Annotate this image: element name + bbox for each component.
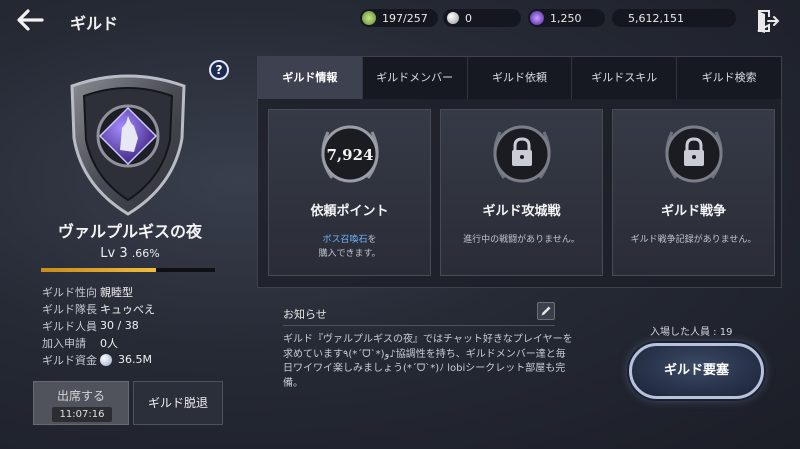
guild-fortress-button[interactable]: ギルド要塞 — [629, 343, 764, 399]
stat-value-funds: 36.5M — [100, 353, 152, 366]
attend-button[interactable]: 出席する 11:07:16 — [33, 381, 129, 425]
xp-bar-fill — [41, 268, 156, 272]
stat-label: ギルド性向 — [42, 285, 97, 299]
tab-guild-requests[interactable]: ギルド依頼 — [468, 57, 573, 99]
request-points-value: 7,924 — [327, 146, 374, 164]
boss-stone-link[interactable]: ボス召喚石 — [322, 235, 367, 245]
level-percent: .66% — [131, 247, 160, 260]
resource-value: 1,250 — [550, 11, 582, 25]
stat-value: 親睦型 — [100, 285, 133, 299]
stat-label: ギルド人員 — [42, 319, 97, 333]
purple-gem-icon — [530, 11, 544, 25]
card-title: ギルド戦争 — [660, 204, 726, 219]
card-desc: ギルド戦争記録がありません。 — [630, 235, 757, 245]
tab-guild-info[interactable]: ギルド情報 — [258, 57, 363, 99]
exit-door-icon[interactable] — [755, 8, 781, 34]
guild-name: ヴァルプルギスの夜 — [57, 222, 202, 241]
tab-guild-search[interactable]: ギルド検索 — [677, 57, 781, 99]
resource-gem: 1,250 — [528, 9, 605, 27]
funds-value: 36.5M — [118, 353, 152, 366]
stat-label: 加入申請 — [42, 336, 86, 350]
card-title: ギルド攻城戦 — [482, 204, 561, 219]
attend-label: 出席する — [56, 389, 105, 403]
guild-war-card[interactable]: ギルド戦争 ギルド戦争記録がありません。 — [612, 109, 775, 276]
lock-icon — [493, 125, 551, 183]
stat-row: 加入申請 0人 — [42, 334, 155, 351]
card-desc: 進行中の戦闘がありません。 — [463, 235, 580, 245]
card-desc-line2: 購入できます。 — [318, 249, 381, 259]
stat-value: 30 / 38 — [100, 319, 139, 332]
entered-count: 入場した人員 : 19 — [650, 327, 733, 338]
leave-guild-button[interactable]: ギルド脱退 — [133, 381, 223, 425]
top-bar: ギルド 197/257 0 1,250 5,612,151 — [0, 0, 800, 40]
siege-card[interactable]: ギルド攻城戦 進行中の戦闘がありません。 — [440, 109, 603, 276]
page-title: ギルド — [70, 14, 119, 33]
resource-stamina: 197/257 — [360, 9, 438, 27]
card-title: 依頼ポイント — [310, 204, 389, 219]
resource-gold: 5,612,151 — [612, 9, 736, 27]
tab-guild-skills[interactable]: ギルドスキル — [572, 57, 678, 99]
guild-stats: ギルド性向 親睦型 ギルド隊長 キュゥべえ ギルド人員 30 / 38 加入申請 0人 … — [42, 283, 155, 368]
tab-bar: ギルド情報 ギルドメンバー ギルド依頼 ギルドスキル ギルド検索 — [258, 57, 781, 99]
stat-value: 0人 — [100, 336, 118, 350]
level-label: Lv 3 — [100, 246, 128, 261]
stat-row: ギルド人員 30 / 38 — [42, 317, 155, 334]
resource-pearl: 0 — [443, 9, 521, 27]
lock-icon — [665, 125, 723, 183]
notice-title: お知らせ — [283, 308, 327, 321]
laurel-medal: 7,924 — [321, 125, 379, 183]
stat-label: ギルド資金 — [42, 353, 97, 367]
stat-label: ギルド隊長 — [42, 302, 97, 316]
resource-value: 197/257 — [382, 11, 428, 25]
resource-value: 5,612,151 — [628, 11, 684, 25]
attend-timer: 11:07:16 — [52, 407, 112, 422]
card-desc: ボス召喚石を 購入できます。 — [273, 233, 426, 261]
notice-divider — [283, 325, 555, 326]
request-points-card[interactable]: 7,924 依頼ポイント ボス召喚石を 購入できます。 — [268, 109, 431, 276]
stat-row: ギルド性向 親睦型 — [42, 283, 155, 300]
coin-icon — [100, 353, 112, 366]
card-desc-suffix: を — [367, 235, 377, 245]
stamina-icon — [362, 11, 376, 25]
back-arrow-icon[interactable] — [14, 6, 46, 34]
stat-row: ギルド資金 36.5M — [42, 351, 155, 368]
xp-bar — [41, 268, 215, 272]
resource-value: 0 — [465, 11, 472, 25]
help-button[interactable]: ? — [209, 60, 229, 80]
edit-pencil-icon[interactable] — [537, 302, 555, 320]
guild-info-panel: ギルド情報 ギルドメンバー ギルド依頼 ギルドスキル ギルド検索 7,924 依… — [257, 56, 782, 288]
notice-body: ギルド『ヴァルプルギスの夜』ではチャット好きなプレイヤーを求めています٩(*ˊᗜ… — [283, 334, 573, 389]
stat-row: ギルド隊長 キュゥべえ — [42, 300, 155, 317]
pearl-icon — [447, 12, 459, 24]
guild-level: Lv 3 .66% — [40, 246, 220, 261]
stat-value: キュゥべえ — [100, 302, 155, 316]
guild-emblem — [70, 74, 186, 216]
tab-guild-members[interactable]: ギルドメンバー — [363, 57, 468, 99]
